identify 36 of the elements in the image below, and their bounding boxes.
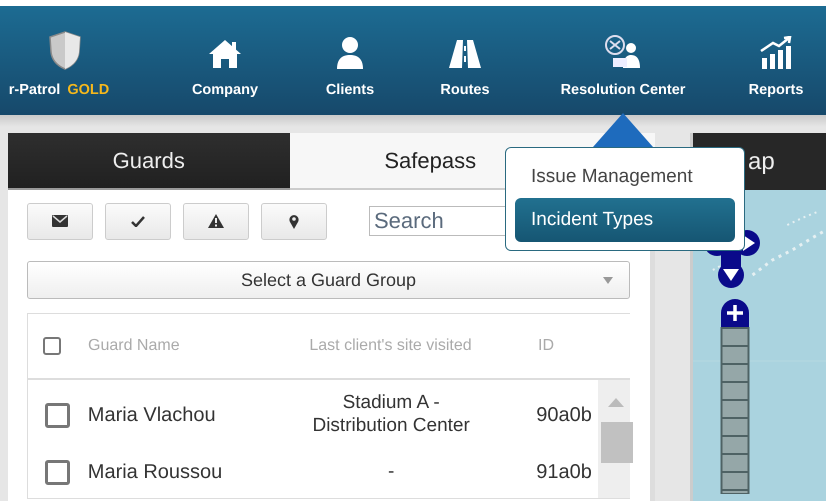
- nav-link[interactable]: Company: [192, 82, 258, 98]
- checkbox[interactable]: [44, 402, 70, 428]
- nav-link[interactable]: Clients: [326, 82, 374, 98]
- location-button[interactable]: [261, 202, 327, 240]
- warning-button[interactable]: [183, 202, 249, 240]
- check-icon: [131, 216, 145, 226]
- support-person-icon: [603, 34, 643, 70]
- table-cell-text: Maria Vlachou: [86, 404, 217, 426]
- scrollbar[interactable]: [598, 380, 630, 498]
- message-button[interactable]: [27, 202, 93, 240]
- menu-item[interactable]: Incident Types: [515, 198, 735, 242]
- shield-icon: [48, 30, 82, 70]
- pin-icon: [289, 214, 299, 228]
- person-icon: [335, 36, 365, 70]
- brand-tier-label: GOLD: [67, 82, 110, 98]
- table-cell-text: 91a0b: [535, 460, 593, 484]
- table-cell-text: 90a0b: [535, 404, 593, 426]
- table-cell-text: Stadium A - Distribution Center: [311, 392, 471, 438]
- warning-icon: [208, 214, 224, 228]
- guard-group-select[interactable]: Select a Guard Group: [27, 261, 630, 299]
- tab[interactable]: Guards: [8, 133, 290, 190]
- bar-chart-icon: [759, 36, 793, 70]
- house-icon: [207, 38, 243, 70]
- checkbox[interactable]: [44, 460, 70, 484]
- brand-name-label: r-Patrol: [8, 82, 60, 98]
- caret-icon: [603, 277, 613, 284]
- check-button[interactable]: [105, 202, 171, 240]
- nav-link[interactable]: Reports: [748, 82, 804, 98]
- nav-link[interactable]: Routes: [440, 82, 490, 98]
- envelope-icon: [52, 215, 68, 227]
- table-cell-text: -: [386, 460, 396, 484]
- table-cell-text: Maria Roussou: [86, 460, 224, 484]
- road-icon: [448, 38, 482, 70]
- map-title: ap: [748, 148, 775, 176]
- checkbox[interactable]: [43, 337, 61, 355]
- nav-link[interactable]: Resolution Center: [560, 82, 686, 98]
